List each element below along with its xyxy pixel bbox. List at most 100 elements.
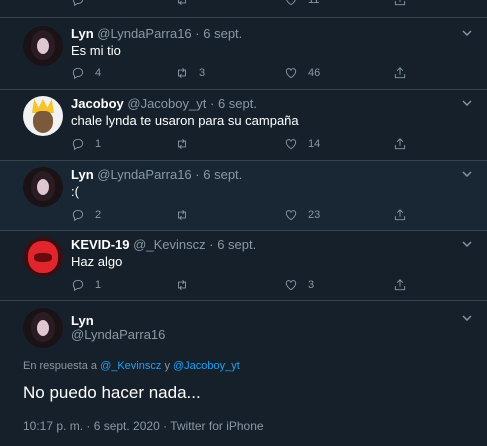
retweet-count: 3 <box>199 67 206 79</box>
tweet-timestamp[interactable]: 10:17 p. m. · 6 sept. 2020 · Twitter for… <box>23 419 264 433</box>
like-count: 11 <box>308 0 320 6</box>
reply-button[interactable]: 1 <box>71 277 101 293</box>
avatar[interactable] <box>23 167 63 207</box>
main-handle-wrap: @LyndaParra16 <box>71 327 165 342</box>
heart-icon <box>285 68 297 79</box>
share-button[interactable] <box>393 65 417 81</box>
retweet-button[interactable] <box>175 207 199 223</box>
like-count: 46 <box>308 67 321 79</box>
share-button[interactable] <box>393 0 417 8</box>
share-icon <box>394 209 406 221</box>
handle[interactable]: @LyndaParra16 <box>71 327 165 342</box>
retweet-icon <box>178 0 186 5</box>
tweet-date[interactable]: 6 sept. <box>203 26 242 41</box>
more-menu-button[interactable] <box>459 238 475 254</box>
display-name[interactable]: Lyn <box>71 26 94 41</box>
handle[interactable]: @LyndaParra16 <box>97 26 191 41</box>
tweet-text: Es mi tio <box>71 43 121 58</box>
tweet[interactable]: Lyn @LyndaParra16 · 6 sept. Es mi tio 4 … <box>0 18 487 90</box>
heart-icon <box>285 139 297 150</box>
reply-button[interactable]: 2 <box>71 207 101 223</box>
main-tweet-text: No puedo hacer nada... <box>23 383 201 402</box>
like-count: 23 <box>308 209 321 221</box>
tweet[interactable]: KEVID-19 @_Kevinscz · 6 sept. Haz algo 1… <box>0 231 487 301</box>
reply-context: En respuesta a @_Kevinscz y @Jacoboy_yt <box>23 360 240 372</box>
reply-icon <box>72 279 84 292</box>
chevron-down-icon <box>462 241 472 247</box>
like-button[interactable]: 11 <box>284 0 319 8</box>
tweet[interactable]: Jacoboy @Jacoboy_yt · 6 sept. chale lynd… <box>0 90 487 161</box>
avatar[interactable] <box>23 237 63 277</box>
tweet-header: Jacoboy @Jacoboy_yt · 6 sept. <box>71 96 257 111</box>
tweet-date[interactable]: 6 sept. <box>203 167 242 182</box>
retweet-button[interactable]: 3 <box>175 65 205 81</box>
reply-count: 2 <box>95 209 102 221</box>
more-menu-button[interactable] <box>459 312 475 328</box>
retweet-button[interactable] <box>175 0 199 8</box>
reply-prefix: En respuesta a <box>23 360 97 372</box>
display-name[interactable]: Lyn <box>71 167 94 182</box>
tweet-text: :( <box>71 184 79 199</box>
retweet-icon <box>178 68 186 78</box>
separator-dot: · <box>195 167 200 182</box>
share-icon <box>394 67 406 79</box>
chevron-down-icon <box>462 30 472 36</box>
share-button[interactable] <box>393 277 417 293</box>
tweet-actions: 1 3 <box>71 277 431 293</box>
tweet-header: Lyn @LyndaParra16 · 6 sept. <box>71 167 242 182</box>
handle[interactable]: @_Kevinscz <box>133 237 205 252</box>
reply-button[interactable]: 1 <box>71 136 101 152</box>
separator-dot: · <box>209 237 214 252</box>
handle[interactable]: @LyndaParra16 <box>97 167 191 182</box>
separator-dot: · <box>209 96 215 111</box>
more-menu-button[interactable] <box>459 27 475 43</box>
tweet-actions: 4 3 46 <box>71 65 431 81</box>
share-button[interactable] <box>393 136 417 152</box>
reply-button[interactable]: 4 <box>71 65 101 81</box>
handle[interactable]: @Jacoboy_yt <box>127 96 206 111</box>
reply-count: 1 <box>95 279 102 291</box>
like-count: 3 <box>308 279 315 291</box>
like-button[interactable]: 46 <box>284 65 320 81</box>
reply-icon <box>72 138 84 151</box>
tweet-text: Haz algo <box>71 254 123 269</box>
heart-icon <box>286 0 296 6</box>
chevron-down-icon <box>462 315 472 321</box>
display-name[interactable]: KEVID-19 <box>71 237 130 252</box>
heart-icon <box>285 210 297 221</box>
like-count: 14 <box>308 138 321 150</box>
retweet-button[interactable] <box>175 277 199 293</box>
display-name[interactable]: Jacoboy <box>71 96 124 111</box>
tweet-date[interactable]: 6 sept. <box>218 96 257 111</box>
tweet[interactable]: Lyn @LyndaParra16 · 6 sept. :( 2 23 <box>0 161 487 231</box>
tweet-actions: 2 23 <box>71 207 431 223</box>
reply-icon <box>72 0 84 7</box>
retweet-button[interactable] <box>175 136 199 152</box>
reply-button[interactable] <box>71 0 95 8</box>
separator-dot: · <box>195 26 200 41</box>
tweet-date[interactable]: 6 sept. <box>217 237 256 252</box>
share-icon <box>394 138 406 150</box>
retweet-icon <box>178 210 186 220</box>
reply-icon <box>72 67 84 80</box>
share-icon <box>394 0 406 6</box>
like-button[interactable]: 3 <box>284 277 314 293</box>
display-name[interactable]: Lyn <box>71 313 94 328</box>
more-menu-button[interactable] <box>459 168 475 184</box>
like-button[interactable]: 14 <box>284 136 320 152</box>
share-button[interactable] <box>393 207 417 223</box>
reply-count: 4 <box>95 67 102 79</box>
avatar[interactable] <box>23 308 63 348</box>
avatar[interactable] <box>23 26 63 66</box>
more-menu-button[interactable] <box>459 97 475 113</box>
like-button[interactable]: 23 <box>284 207 320 223</box>
tweet-actions: 11 <box>71 0 431 8</box>
chevron-down-icon <box>462 171 472 177</box>
avatar[interactable] <box>23 96 63 136</box>
reply-mention-link[interactable]: @_Kevinscz <box>100 360 161 372</box>
tweet-actions: 1 14 <box>71 136 431 152</box>
tweet-text: chale lynda te usaron para su campaña <box>71 113 299 128</box>
reply-mention-link[interactable]: @Jacoboy_yt <box>173 360 240 372</box>
share-icon <box>394 279 406 291</box>
retweet-icon <box>178 139 186 149</box>
